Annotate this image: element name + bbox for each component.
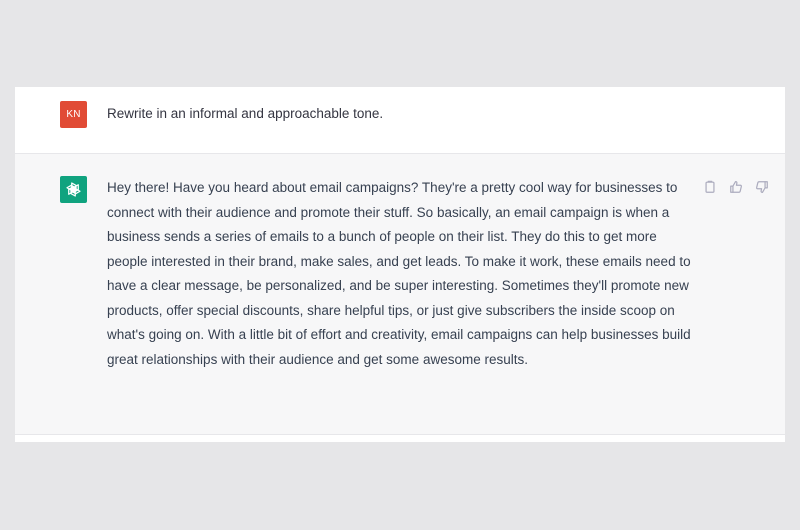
assistant-avatar xyxy=(60,176,87,203)
thumbs-down-icon xyxy=(756,181,768,194)
thumbs-up-button[interactable] xyxy=(727,178,745,196)
assistant-message-row: Hey there! Have you heard about email ca… xyxy=(15,154,785,435)
bottom-strip xyxy=(15,435,785,442)
user-message-text: Rewrite in an informal and approachable … xyxy=(107,106,384,121)
assistant-message-text: Hey there! Have you heard about email ca… xyxy=(107,180,691,367)
openai-logo-icon xyxy=(66,182,81,197)
copy-button[interactable] xyxy=(701,178,719,196)
user-avatar: KN xyxy=(60,101,87,128)
copy-icon xyxy=(705,180,715,193)
thumbs-up-icon xyxy=(730,180,742,193)
user-message-row: KN Rewrite in an informal and approachab… xyxy=(15,87,785,154)
chat-panel: KN Rewrite in an informal and approachab… xyxy=(15,87,785,442)
thumbs-down-button[interactable] xyxy=(753,178,771,196)
message-actions xyxy=(701,178,771,196)
